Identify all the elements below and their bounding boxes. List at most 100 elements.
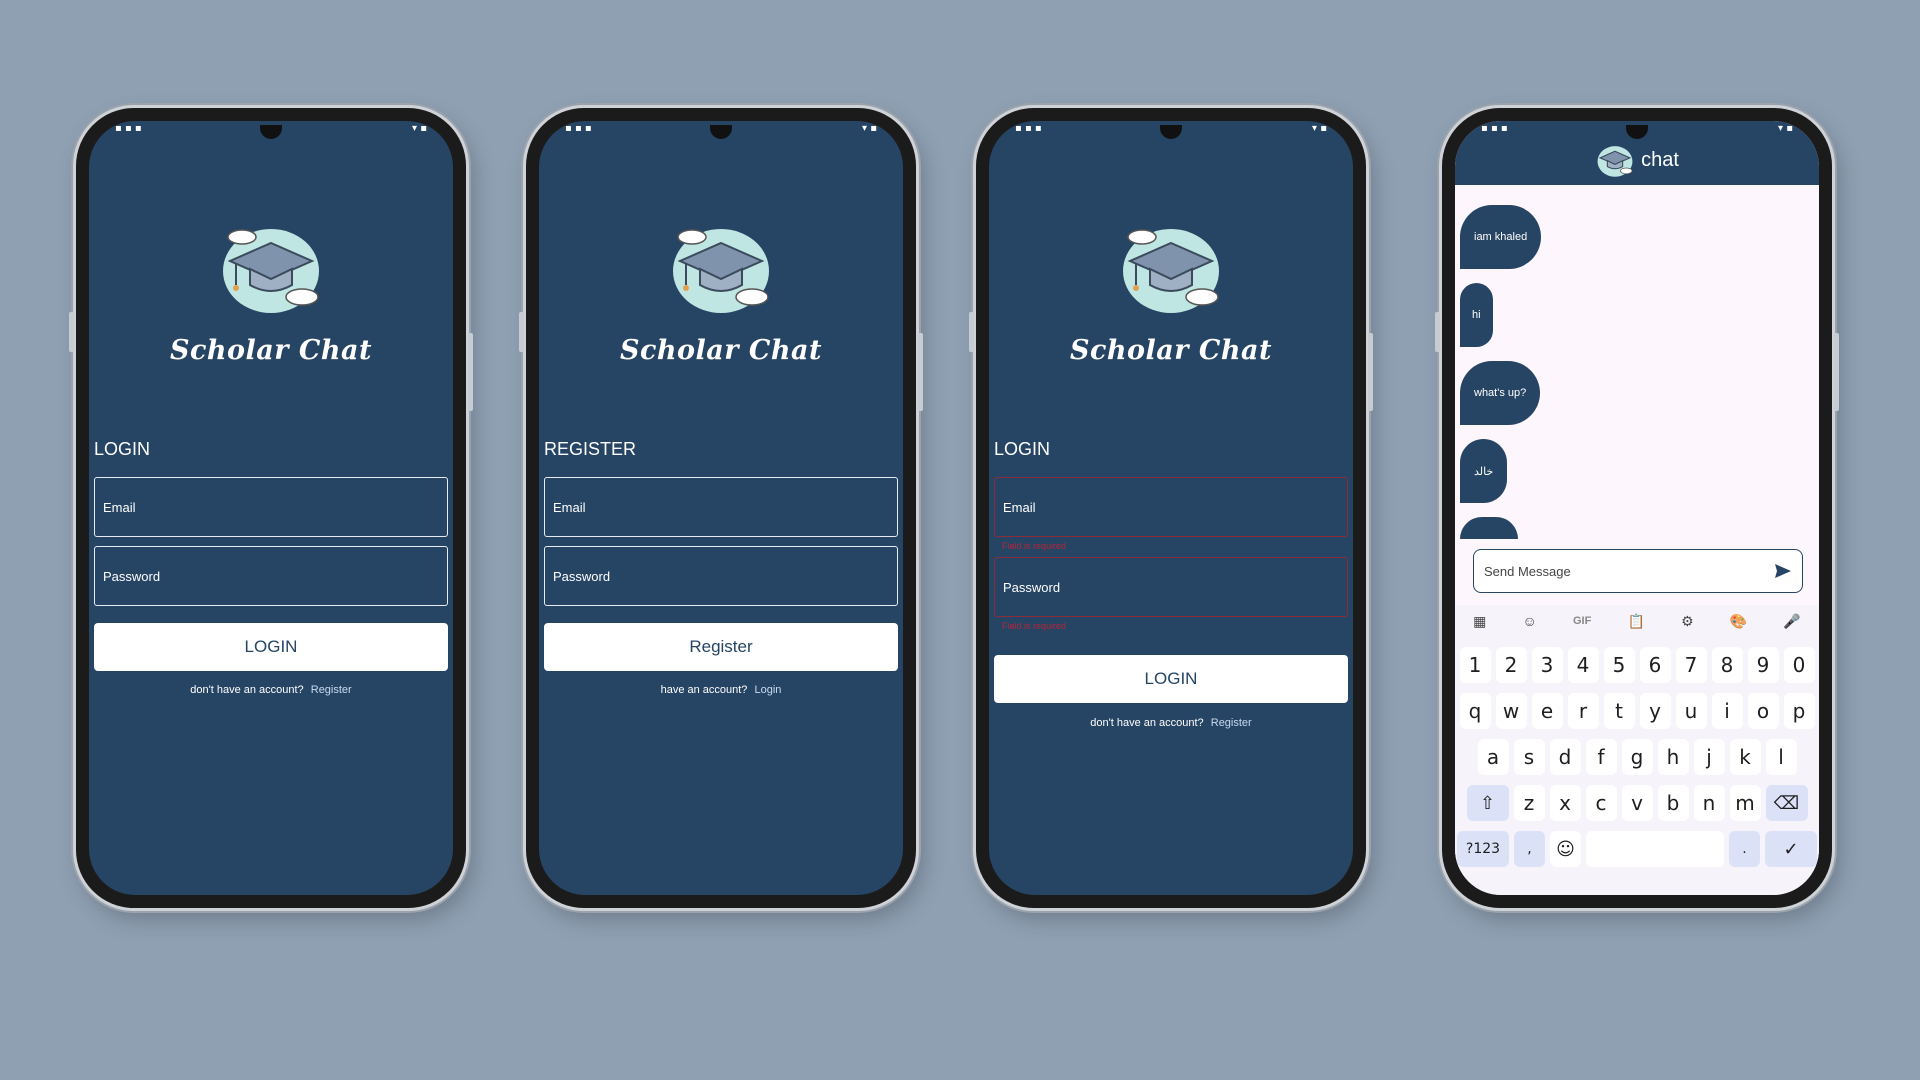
key-u[interactable]: u [1675,693,1707,729]
register-prompt-text: don't have an account? [1090,717,1204,729]
password-field[interactable]: Password [94,546,448,606]
phone-login: ▪ ▪ ▪ ▾ ▪ Scholar Chat LOGIN Email Passwo… [69,108,473,908]
keyboard-row-2: a s d f g h j k l [1455,739,1819,775]
key-h[interactable]: h [1657,739,1689,775]
key-r[interactable]: r [1567,693,1599,729]
apps-grid-icon[interactable]: ▦ [1473,613,1486,630]
chat-bubble: what's up? [1460,361,1541,425]
password-field[interactable]: Password [544,546,898,606]
keyboard-toolbar: ▦ ☺ GIF 📋 ⚙ 🎨 🎤 [1455,605,1819,637]
key-k[interactable]: k [1729,739,1761,775]
key-p[interactable]: p [1783,693,1815,729]
email-field-label: Email [553,499,586,515]
key-6[interactable]: 6 [1639,647,1671,683]
sticker-icon[interactable]: ☺ [1522,613,1536,629]
keyboard-bottom-row: ?123 , ☺ . ✓ [1455,831,1819,867]
chat-title: chat [1641,148,1679,171]
email-field[interactable]: Email [94,477,448,537]
key-4[interactable]: 4 [1567,647,1599,683]
password-field[interactable]: Password [994,557,1348,617]
login-prompt: have an account? Login [539,684,903,696]
key-o[interactable]: o [1747,693,1779,729]
email-field[interactable]: Email [994,477,1348,537]
login-button[interactable]: LOGIN [994,655,1348,703]
register-link[interactable]: Register [311,684,352,696]
phone-register: ▪ ▪ ▪ ▾ ▪ Scholar Chat REGISTER Email Pas… [519,108,923,908]
camera-notch [260,125,282,139]
login-link[interactable]: Login [755,684,782,696]
register-heading: REGISTER [544,439,637,459]
chat-bubble-partial [1460,517,1518,539]
key-b[interactable]: b [1657,785,1689,821]
send-icon[interactable] [1774,563,1792,579]
key-c[interactable]: c [1585,785,1617,821]
key-w[interactable]: w [1495,693,1527,729]
key-d[interactable]: d [1549,739,1581,775]
key-z[interactable]: z [1513,785,1545,821]
chat-bubble: خالد [1460,439,1508,503]
key-f[interactable]: f [1585,739,1617,775]
email-error-message: Field is required [1002,541,1067,551]
phone-login-error: ▪ ▪ ▪ ▾ ▪ Scholar Chat LOGIN Email Field … [969,108,1373,908]
key-e[interactable]: e [1531,693,1563,729]
password-error-message: Field is required [1002,621,1067,631]
key-a[interactable]: a [1477,739,1509,775]
key-8[interactable]: 8 [1711,647,1743,683]
key-i[interactable]: i [1711,693,1743,729]
message-input[interactable]: Send Message [1473,549,1803,593]
key-7[interactable]: 7 [1675,647,1707,683]
email-field-label: Email [1003,499,1036,515]
camera-notch [710,125,732,139]
register-prompt: don't have an account? Register [89,684,453,696]
key-y[interactable]: y [1639,693,1671,729]
key-1[interactable]: 1 [1459,647,1491,683]
on-screen-keyboard: ▦ ☺ GIF 📋 ⚙ 🎨 🎤 1 2 3 4 5 6 7 8 9 0 q w … [1455,605,1819,895]
key-n[interactable]: n [1693,785,1725,821]
key-v[interactable]: v [1621,785,1653,821]
key-g[interactable]: g [1621,739,1653,775]
key-j[interactable]: j [1693,739,1725,775]
app-title: Scholar Chat [1069,335,1273,366]
register-button[interactable]: Register [544,623,898,671]
key-s[interactable]: s [1513,739,1545,775]
password-field-label: Password [103,568,161,584]
password-field-label: Password [553,568,611,584]
key-q[interactable]: q [1459,693,1491,729]
emoji-key-icon[interactable]: ☺ [1550,831,1581,867]
key-x[interactable]: x [1549,785,1581,821]
register-link[interactable]: Register [1211,717,1252,729]
key-3[interactable]: 3 [1531,647,1563,683]
key-t[interactable]: t [1603,693,1635,729]
register-prompt-text: don't have an account? [190,684,304,696]
shift-key-icon[interactable]: ⇧ [1466,785,1509,821]
symbols-key[interactable]: ?123 [1457,831,1509,867]
palette-icon[interactable]: 🎨 [1730,613,1747,630]
key-m[interactable]: m [1729,785,1761,821]
key-l[interactable]: l [1765,739,1797,775]
microphone-icon[interactable]: 🎤 [1783,613,1800,630]
login-screen: ▪ ▪ ▪ ▾ ▪ Scholar Chat LOGIN Email Passwo… [89,121,453,895]
login-button[interactable]: LOGIN [94,623,448,671]
key-9[interactable]: 9 [1747,647,1779,683]
comma-key[interactable]: , [1514,831,1545,867]
key-0[interactable]: 0 [1783,647,1815,683]
key-5[interactable]: 5 [1603,647,1635,683]
graduation-cap-logo-icon [666,219,776,315]
keyboard-number-row: 1 2 3 4 5 6 7 8 9 0 [1455,647,1819,683]
period-key[interactable]: . [1729,831,1760,867]
gif-icon[interactable]: GIF [1573,615,1591,627]
backspace-key-icon[interactable]: ⌫ [1765,785,1808,821]
login-error-screen: ▪ ▪ ▪ ▾ ▪ Scholar Chat LOGIN Email Field … [989,121,1353,895]
key-2[interactable]: 2 [1495,647,1527,683]
camera-notch [1160,125,1182,139]
clipboard-icon[interactable]: 📋 [1627,613,1644,630]
email-field[interactable]: Email [544,477,898,537]
graduation-cap-logo-icon [1597,146,1633,177]
message-input-placeholder: Send Message [1484,563,1571,579]
enter-check-key-icon[interactable]: ✓ [1765,831,1817,867]
settings-gear-icon[interactable]: ⚙ [1681,613,1694,630]
password-field-label: Password [1003,579,1061,595]
status-bar: ▪ ▪ ▪ ▾ ▪ [1481,123,1793,134]
space-bar[interactable] [1586,831,1724,867]
register-prompt: don't have an account? Register [989,717,1353,729]
